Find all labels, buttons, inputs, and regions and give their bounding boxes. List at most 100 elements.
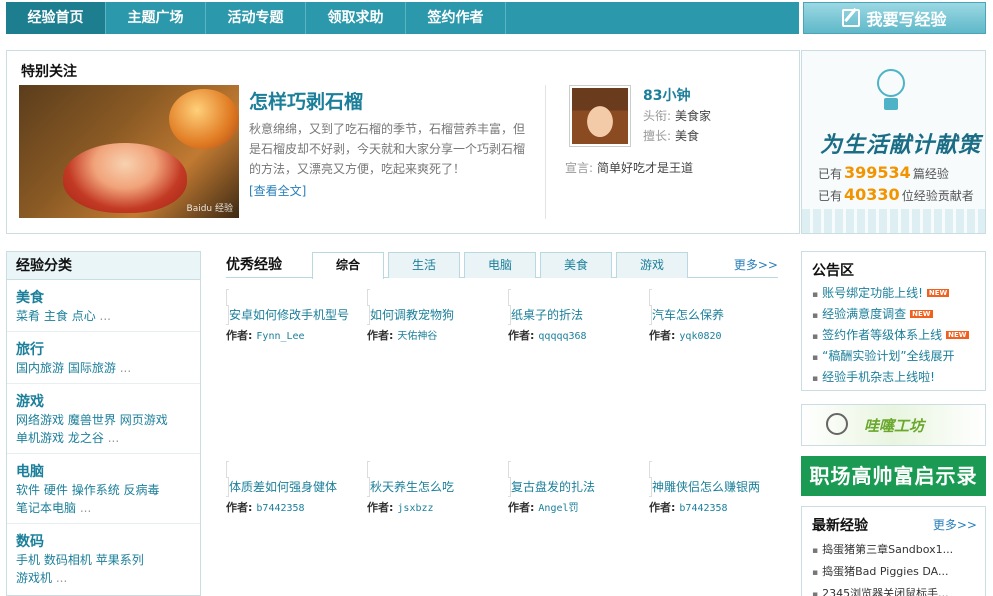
category-name[interactable]: 电脑 <box>16 464 44 480</box>
card-title[interactable]: 纸桌子的折法 <box>511 308 583 322</box>
stat-contributors: 已有 40330 位经验贡献者 <box>818 185 974 204</box>
workshop-banner-text: 哇噻工坊 <box>864 417 925 435</box>
card-title[interactable]: 如何调教宠物狗 <box>370 308 454 322</box>
subcategory-link[interactable]: 软件 <box>16 483 40 497</box>
card-author: 作者: Angel罚 <box>508 501 579 514</box>
author-avatar[interactable] <box>569 85 631 147</box>
latest-item[interactable]: 2345浏览器关闭鼠标手... <box>812 585 948 596</box>
promo-panel: 为生活献计献策 已有 399534 篇经验 已有 40330 位经验贡献者 <box>801 50 986 234</box>
subcategory-link[interactable]: 网络游戏 <box>16 413 64 427</box>
category-games: 游戏 网络游戏 魔兽世界 网页游戏 单机游戏 龙之谷 ... <box>7 384 200 454</box>
category-name[interactable]: 游戏 <box>16 394 44 410</box>
nav-topics[interactable]: 主题广场 <box>106 2 206 34</box>
author-motto: 宣言: 简单好吃才是王道 <box>565 159 693 176</box>
card-title[interactable]: 复古盘发的扎法 <box>511 480 595 494</box>
subcategory-link[interactable]: 主食 <box>44 309 68 323</box>
feature-description: 秋意绵绵，又到了吃石榴的季节，石榴营养丰富，但是石榴皮却不好剥，今天就和大家分享… <box>249 122 526 176</box>
feature-title-link[interactable]: 怎样巧剥石榴 <box>249 87 363 114</box>
card-author-link[interactable]: b7442358 <box>679 503 727 514</box>
new-badge: NEW <box>946 331 969 339</box>
author-title-value: 美食家 <box>675 109 712 123</box>
subcategory-link[interactable]: 反病毒 <box>124 483 160 497</box>
subcategory-link[interactable]: 手机 <box>16 553 40 567</box>
experience-card: 复古盘发的扎法 作者: Angel罚 <box>508 461 636 515</box>
notice-link[interactable]: “稿酬实验计划”全线展开 <box>822 349 954 363</box>
subcategory-link[interactable]: 菜肴 <box>16 309 40 323</box>
author-name-link[interactable]: 83小钟 <box>643 85 690 105</box>
card-title[interactable]: 神雕侠侣怎么赚银两 <box>652 480 760 494</box>
notice-link[interactable]: 经验满意度调查 <box>822 307 906 321</box>
tab-games[interactable]: 游戏 <box>616 252 688 278</box>
subcategory-link[interactable]: 游戏机 <box>16 571 52 585</box>
card-author-link[interactable]: Angel罚 <box>538 503 578 514</box>
card-title[interactable]: 汽车怎么保养 <box>652 308 724 322</box>
experience-card: 如何调教宠物狗 作者: 天佑神谷 <box>367 289 495 343</box>
latest-panel: 最新经验 更多>> 捣蛋猪第三章Sandbox1... 捣蛋猪Bad Piggi… <box>801 506 986 596</box>
category-panel: 经验分类 美食 菜肴 主食 点心 ... 旅行 国内旅游 国际旅游 ... 游戏… <box>6 251 201 596</box>
nav-authors[interactable]: 签约作者 <box>406 2 506 34</box>
card-author: 作者: yqk0820 <box>649 329 722 342</box>
excellent-more-link[interactable]: 更多>> <box>734 256 778 273</box>
latest-item[interactable]: 捣蛋猪Bad Piggies DA... <box>812 563 948 579</box>
notice-title: 公告区 <box>812 263 854 279</box>
card-author-link[interactable]: qqqqq368 <box>538 331 586 342</box>
skyline-decoration <box>802 209 985 233</box>
category-name[interactable]: 美食 <box>16 290 44 306</box>
career-banner[interactable]: 职场高帅富启示录 <box>801 456 986 496</box>
feature-read-more-link[interactable]: [查看全文] <box>249 182 306 199</box>
notice-link[interactable]: 签约作者等级体系上线 <box>822 328 942 342</box>
experience-card: 纸桌子的折法 作者: qqqqq368 <box>508 289 636 343</box>
latest-more-link[interactable]: 更多>> <box>933 516 977 533</box>
subcategory-link[interactable]: 点心 <box>72 309 96 323</box>
subcategory-link[interactable]: 魔兽世界 <box>68 413 116 427</box>
subcategory-link[interactable]: 国内旅游 <box>16 361 64 375</box>
new-badge: NEW <box>910 310 933 318</box>
subcategory-link[interactable]: 网页游戏 <box>120 413 168 427</box>
category-name[interactable]: 旅行 <box>16 342 44 358</box>
card-author-link[interactable]: Fynn_Lee <box>256 331 304 342</box>
latest-item[interactable]: 捣蛋猪第三章Sandbox1... <box>812 541 953 557</box>
more-dots: ... <box>79 501 92 515</box>
nav-home[interactable]: 经验首页 <box>6 2 106 34</box>
tab-life[interactable]: 生活 <box>388 252 460 278</box>
more-dots: ... <box>99 309 111 323</box>
feature-image[interactable]: Baidu 经验 <box>19 85 239 218</box>
card-author: 作者: 天佑神谷 <box>367 329 438 342</box>
category-panel-title: 经验分类 <box>7 252 200 280</box>
subcategory-link[interactable]: 苹果系列 <box>96 553 144 567</box>
category-name[interactable]: 数码 <box>16 534 44 550</box>
card-author-link[interactable]: jsxbzz <box>397 503 433 514</box>
tab-computer[interactable]: 电脑 <box>464 252 536 278</box>
card-title[interactable]: 安卓如何修改手机型号 <box>229 308 349 322</box>
card-author-link[interactable]: yqk0820 <box>679 331 721 342</box>
card-title[interactable]: 体质差如何强身健体 <box>229 480 337 494</box>
image-watermark: Baidu 经验 <box>186 204 233 214</box>
experience-card: 安卓如何修改手机型号 作者: Fynn_Lee <box>226 289 354 343</box>
subcategory-link[interactable]: 硬件 <box>44 483 68 497</box>
subcategory-link[interactable]: 数码相机 <box>44 553 92 567</box>
subcategory-link[interactable]: 国际旅游 <box>68 361 116 375</box>
tab-all[interactable]: 综合 <box>312 252 384 279</box>
subcategory-link[interactable]: 笔记本电脑 <box>16 501 76 515</box>
author-skill-value: 美食 <box>675 129 700 143</box>
main-nav: 经验首页 主题广场 活动专题 领取求助 签约作者 <box>6 2 799 34</box>
write-experience-button[interactable]: 我要写经验 <box>803 2 986 34</box>
workshop-banner[interactable]: 哇噻工坊 <box>801 404 986 446</box>
subcategory-link[interactable]: 单机游戏 <box>16 431 64 445</box>
card-author-link[interactable]: b7442358 <box>256 503 304 514</box>
experience-card: 体质差如何强身健体 作者: b7442358 <box>226 461 354 515</box>
notice-panel: 公告区 账号绑定功能上线!NEW 经验满意度调查NEW 签约作者等级体系上线NE… <box>801 251 986 391</box>
notice-link[interactable]: 账号绑定功能上线! <box>822 286 923 300</box>
subcategory-link[interactable]: 操作系统 <box>72 483 120 497</box>
card-title[interactable]: 秋天养生怎么吃 <box>370 480 454 494</box>
notice-link[interactable]: 经验手机杂志上线啦! <box>822 370 935 384</box>
category-digital: 数码 手机 数码相机 苹果系列 游戏机 ... <box>7 524 200 593</box>
subcategory-link[interactable]: 龙之谷 <box>68 431 104 445</box>
author-skill-row: 擅长: 美食 <box>643 127 699 144</box>
tab-food[interactable]: 美食 <box>540 252 612 278</box>
nav-help[interactable]: 领取求助 <box>306 2 406 34</box>
card-author-link[interactable]: 天佑神谷 <box>397 331 437 342</box>
category-food: 美食 菜肴 主食 点心 ... <box>7 280 200 332</box>
notice-item: 经验手机杂志上线啦! <box>812 368 935 385</box>
nav-events[interactable]: 活动专题 <box>206 2 306 34</box>
